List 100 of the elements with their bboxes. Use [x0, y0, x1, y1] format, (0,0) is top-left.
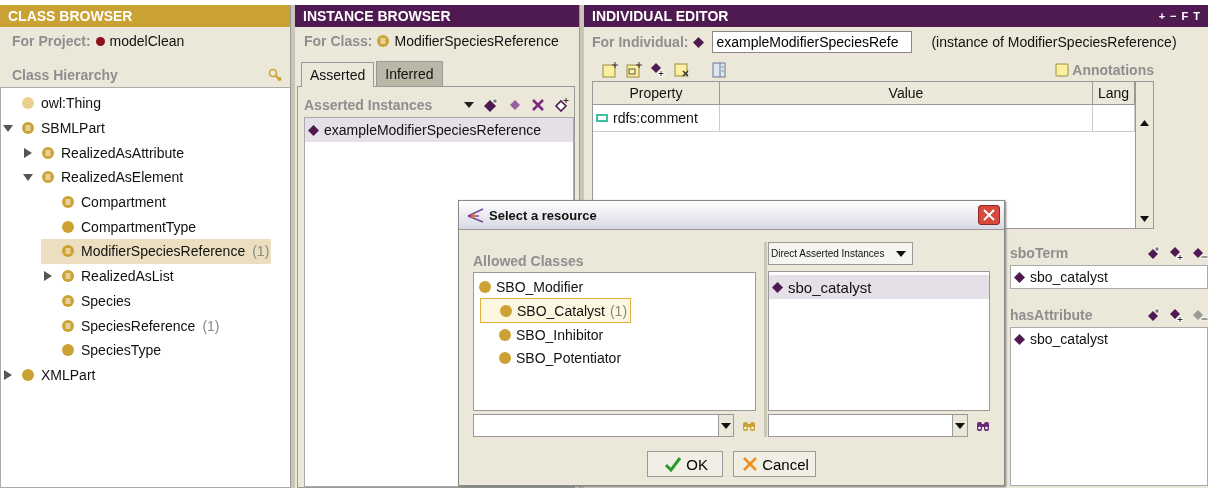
class-icon	[22, 368, 34, 381]
tree-item-label: SBMLPart	[41, 120, 105, 137]
panel-title: INSTANCE BROWSER	[303, 8, 452, 24]
tree-item[interactable]: CompartmentType	[41, 214, 199, 240]
binoculars-icon[interactable]	[976, 419, 990, 432]
scroll-down-icon[interactable]	[1140, 216, 1149, 222]
view-dropdown[interactable]: Direct Asserted Instances	[768, 242, 914, 265]
class-name: ModifierSpeciesReference	[394, 33, 559, 49]
collapse-arrow-icon[interactable]	[3, 123, 13, 134]
scrollbar[interactable]	[1135, 82, 1153, 228]
class-icon	[377, 35, 390, 47]
tree-item-label: SpeciesReference	[81, 317, 196, 334]
close-icon	[983, 209, 995, 221]
list-item[interactable]: sbo_catalyst	[769, 275, 989, 299]
diamond-icon	[772, 281, 783, 293]
tree-item[interactable]: RealizedAsElement	[21, 165, 186, 190]
panel-title: INDIVIDUAL EDITOR	[592, 8, 730, 24]
field-label: For Project:	[12, 33, 91, 49]
class-icon	[62, 270, 74, 283]
tree-item[interactable]: Species	[41, 288, 133, 314]
diamond-icon[interactable]	[508, 99, 522, 111]
diamond-sparkle-icon[interactable]	[483, 98, 499, 112]
field-label: For Class:	[304, 33, 373, 49]
diamond-icon	[1014, 271, 1025, 283]
expand-arrow-icon[interactable]	[3, 369, 13, 380]
class-icon	[62, 245, 74, 258]
tree-item[interactable]: Compartment	[41, 189, 168, 215]
class-icon	[42, 171, 54, 184]
section-label: Asserted Instances	[304, 97, 433, 113]
search-combo-field[interactable]	[473, 414, 734, 437]
tree-item-label: SBO_Potentiator	[516, 349, 622, 366]
tree-item[interactable]: SBMLPart	[1, 115, 107, 141]
cancel-button[interactable]: Cancel	[733, 451, 816, 477]
class-icon	[62, 294, 74, 307]
tree-item[interactable]: RealizedAsList	[41, 263, 176, 289]
expand-arrow-icon[interactable]	[23, 147, 33, 158]
individual-name-field[interactable]: exampleModifierSpeciesRefe	[712, 31, 913, 53]
note-add-icon[interactable]	[602, 62, 618, 78]
instance-of-text: (instance of ModifierSpeciesReference)	[931, 34, 1177, 50]
list-item[interactable]: exampleModifierSpeciesReference	[305, 118, 573, 142]
section-label: Annotations	[1072, 62, 1154, 78]
diamond-plus-icon[interactable]	[650, 62, 666, 78]
column-header[interactable]: Property	[593, 82, 720, 105]
list-item-label: sbo_catalyst	[1030, 331, 1108, 347]
expand-arrow-icon[interactable]	[43, 271, 53, 282]
tree-item[interactable]: XMLPart	[1, 362, 98, 388]
diamond-sparkle-icon[interactable]	[1147, 246, 1161, 260]
header-button[interactable]: −	[1170, 10, 1177, 22]
column-header[interactable]: Value	[720, 82, 1093, 105]
diamond-sparkle-icon[interactable]	[1147, 308, 1161, 322]
dropdown-arrow-icon[interactable]	[955, 422, 965, 429]
instance-count: (1)	[609, 302, 628, 319]
tree-item[interactable]: SBO_Potentiator	[480, 346, 622, 369]
property-icon	[596, 114, 608, 122]
search-combo-field[interactable]	[768, 414, 968, 437]
tree-item-label: SBO_Inhibitor	[516, 326, 604, 343]
delete-icon[interactable]	[531, 98, 545, 112]
table-cell: rdfs:comment	[613, 110, 698, 126]
header-button[interactable]: F	[1181, 10, 1189, 22]
tree-item[interactable]: RealizedAsAttribute	[21, 140, 186, 166]
tree-item-label: SBO_Modifier	[496, 278, 584, 295]
project-dot-icon	[95, 36, 105, 46]
tab[interactable]: Inferred	[376, 61, 443, 86]
tab[interactable]: Asserted	[301, 62, 375, 87]
tree-item[interactable]: ModifierSpeciesReference (1)	[41, 239, 272, 264]
ok-button[interactable]: OK	[647, 451, 724, 477]
tree-item[interactable]: SpeciesReference (1)	[41, 313, 222, 338]
note-delete-icon[interactable]	[674, 62, 690, 78]
tree-item[interactable]: owl:Thing	[1, 91, 103, 116]
tree-item-label: ModifierSpeciesReference	[81, 243, 246, 260]
scroll-up-icon[interactable]	[1140, 120, 1149, 126]
header-button[interactable]: T	[1193, 10, 1200, 22]
panel-title: CLASS BROWSER	[8, 8, 134, 24]
tree-item[interactable]: SBO_Modifier	[460, 275, 584, 298]
note-copy-icon[interactable]	[626, 62, 642, 78]
diamond-outline-icon[interactable]	[554, 98, 570, 112]
field-label: For Individual:	[592, 34, 689, 50]
class-icon	[62, 220, 74, 233]
class-icon	[62, 344, 74, 357]
dropdown-arrow-icon	[896, 250, 907, 257]
slot-label: hasAttribute	[1010, 307, 1093, 323]
tree-item[interactable]: SBO_Inhibitor	[480, 323, 604, 346]
diamond-plus-icon[interactable]	[1169, 245, 1184, 261]
diamond-icon	[308, 124, 319, 136]
header-button[interactable]: +	[1158, 10, 1166, 22]
column-header[interactable]: Lang	[1093, 82, 1135, 105]
tree-item[interactable]: SBO_Catalyst (1)	[480, 298, 632, 323]
app-logo-icon	[467, 207, 485, 223]
tree-item-label: SpeciesType	[81, 342, 162, 359]
tree-item[interactable]: SpeciesType	[41, 337, 164, 363]
slot-label: sboTerm	[1010, 245, 1069, 261]
collapse-arrow-icon[interactable]	[23, 172, 33, 183]
tree-item-label: XMLPart	[41, 366, 96, 383]
diamond-minus-icon[interactable]	[1192, 246, 1208, 260]
close-button[interactable]	[978, 205, 1000, 225]
caret-icon[interactable]	[464, 101, 474, 109]
dropdown-arrow-icon[interactable]	[721, 422, 731, 429]
tree-item-label: Compartment	[81, 194, 166, 211]
diamond-plus-icon[interactable]	[1169, 307, 1184, 323]
note-icon	[1055, 63, 1070, 77]
